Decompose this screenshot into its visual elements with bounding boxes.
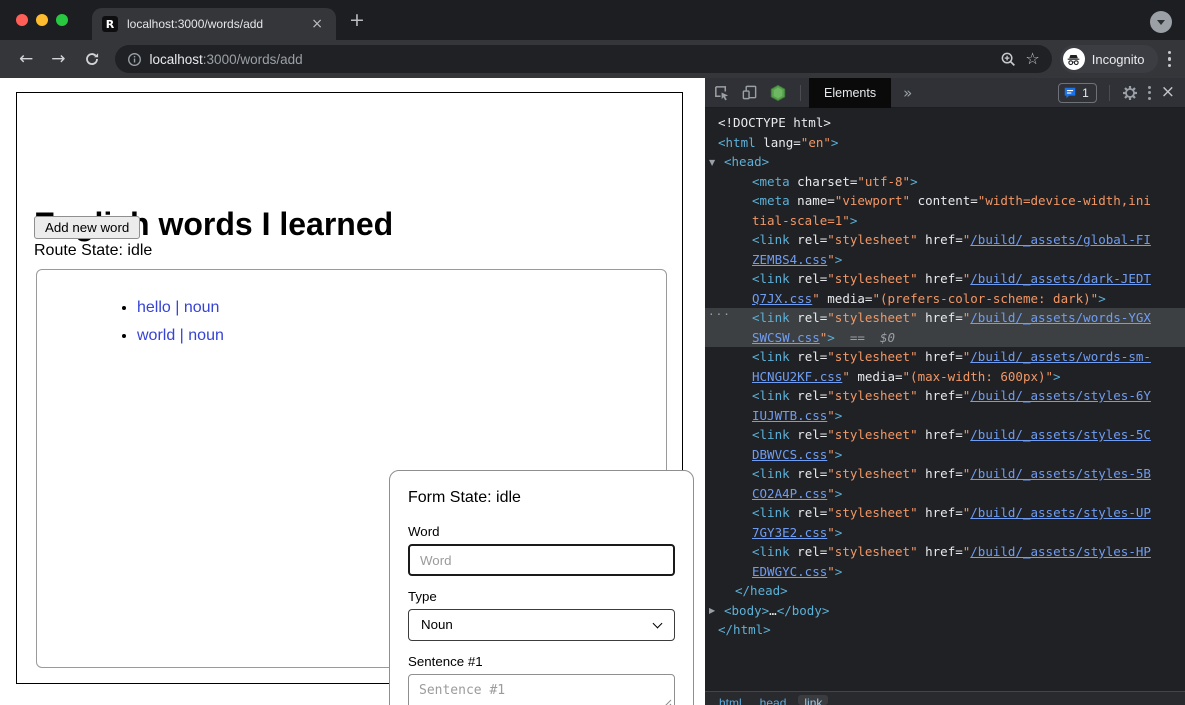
word-link[interactable]: world | noun bbox=[137, 327, 224, 344]
code-line[interactable]: <link rel="stylesheet" href="/build/_ass… bbox=[705, 542, 1185, 562]
window-controls[interactable] bbox=[16, 14, 68, 26]
chevron-down-icon bbox=[1157, 20, 1165, 25]
breadcrumb-item-link[interactable]: link bbox=[798, 695, 828, 705]
code-line[interactable]: <meta charset="utf-8"> bbox=[705, 172, 1185, 192]
words-list: hello | noun world | noun bbox=[97, 299, 224, 355]
chevron-down-icon bbox=[653, 619, 663, 629]
devtools-close-icon[interactable]: × bbox=[1161, 84, 1175, 101]
web-page: English words I learned Add new word Rou… bbox=[0, 78, 705, 705]
code-line[interactable]: <!DOCTYPE html> bbox=[705, 113, 1185, 133]
device-toolbar-icon[interactable] bbox=[741, 84, 758, 101]
code-line[interactable]: 7GY3E2.css"> bbox=[705, 523, 1185, 543]
window-minimize-button[interactable] bbox=[36, 14, 48, 26]
tab-elements[interactable]: Elements bbox=[809, 78, 891, 108]
remix-favicon-icon: R bbox=[102, 16, 118, 32]
tab-close-icon[interactable]: × bbox=[308, 16, 326, 32]
settings-gear-icon[interactable] bbox=[1122, 85, 1138, 101]
code-line[interactable]: <link rel="stylesheet" href="/build/_ass… bbox=[705, 230, 1185, 250]
resize-handle-icon[interactable] bbox=[662, 699, 672, 705]
route-state-text: Route State: idle bbox=[34, 242, 152, 260]
node-hexagon-icon[interactable] bbox=[769, 84, 787, 102]
browser-tab[interactable]: R localhost:3000/words/add × bbox=[92, 8, 336, 40]
back-button[interactable]: ← bbox=[10, 51, 42, 68]
code-line[interactable]: CO2A4P.css"> bbox=[705, 484, 1185, 504]
code-line[interactable]: ZEMBS4.css"> bbox=[705, 250, 1185, 270]
code-line[interactable]: DBWVCS.css"> bbox=[705, 445, 1185, 465]
toolbar-divider bbox=[1109, 85, 1110, 101]
browser-menu-button[interactable] bbox=[1168, 51, 1172, 68]
issues-counter[interactable]: 1 bbox=[1058, 83, 1097, 103]
code-line[interactable]: ▶<body>…</body> bbox=[705, 601, 1185, 621]
collapse-arrow-icon[interactable]: ▶ bbox=[709, 601, 724, 621]
word-input[interactable] bbox=[408, 544, 675, 576]
devtools-panel: Elements » 1 bbox=[705, 78, 1185, 705]
toolbar-divider bbox=[800, 85, 801, 101]
breadcrumb-item-head[interactable]: head bbox=[754, 695, 793, 705]
tab-title: localhost:3000/words/add bbox=[127, 17, 308, 31]
type-select-value: Noun bbox=[421, 617, 453, 632]
url-path: :3000/words/add bbox=[203, 52, 303, 67]
issues-message-icon bbox=[1063, 86, 1077, 100]
code-line[interactable]: EDWGYC.css"> bbox=[705, 562, 1185, 582]
code-line[interactable]: <html lang="en"> bbox=[705, 133, 1185, 153]
code-line[interactable]: <link rel="stylesheet" href="/build/_ass… bbox=[705, 464, 1185, 484]
word-label: Word bbox=[408, 524, 675, 539]
code-line[interactable]: <link rel="stylesheet" href="/build/_ass… bbox=[705, 503, 1185, 523]
line-options-dots[interactable]: ··· bbox=[708, 305, 731, 325]
devtools-toolbar: Elements » 1 bbox=[705, 78, 1185, 108]
page-info-icon[interactable] bbox=[127, 52, 142, 67]
sentence-label: Sentence #1 bbox=[408, 654, 675, 669]
bookmark-star-icon[interactable]: ☆ bbox=[1025, 51, 1039, 67]
code-line[interactable]: </head> bbox=[705, 581, 1185, 601]
inspect-element-icon[interactable] bbox=[713, 84, 730, 101]
code-line[interactable]: SWCSW.css"> == $0 bbox=[705, 328, 1185, 348]
word-item: world | noun bbox=[137, 327, 224, 345]
forward-button[interactable]: → bbox=[42, 51, 74, 68]
expand-arrow-icon[interactable]: ▼ bbox=[709, 153, 724, 173]
words-panel: hello | nounworld | noun Form State: idl… bbox=[36, 269, 667, 668]
add-word-form: Form State: idle Word Type Noun Sentence… bbox=[389, 470, 694, 705]
new-tab-button[interactable]: + bbox=[349, 9, 365, 31]
code-line[interactable]: <link rel="stylesheet" href="/build/_ass… bbox=[705, 269, 1185, 289]
sentence-textarea-wrap bbox=[408, 674, 675, 705]
word-link[interactable]: hello | noun bbox=[137, 299, 219, 316]
zoom-icon[interactable] bbox=[1000, 51, 1017, 68]
code-line[interactable]: <link rel="stylesheet" href="/build/_ass… bbox=[705, 386, 1185, 406]
url-host: localhost bbox=[150, 52, 203, 67]
type-label: Type bbox=[408, 589, 675, 604]
breadcrumb-item-html[interactable]: html bbox=[713, 695, 748, 705]
code-line[interactable]: IUJWTB.css"> bbox=[705, 406, 1185, 426]
code-line[interactable]: ···<link rel="stylesheet" href="/build/_… bbox=[705, 308, 1185, 328]
type-select[interactable]: Noun bbox=[408, 609, 675, 641]
code-line[interactable]: Q7JX.css" media="(prefers-color-scheme: … bbox=[705, 289, 1185, 309]
incognito-label: Incognito bbox=[1092, 52, 1145, 67]
tab-strip: R localhost:3000/words/add × + bbox=[0, 0, 1185, 40]
incognito-icon bbox=[1063, 48, 1085, 70]
incognito-badge: Incognito bbox=[1060, 45, 1158, 73]
sentence-textarea[interactable] bbox=[409, 675, 674, 705]
dom-breadcrumb: html head link bbox=[705, 691, 1185, 705]
more-tabs-icon[interactable]: » bbox=[903, 84, 912, 102]
devtools-menu-button[interactable] bbox=[1148, 86, 1151, 100]
code-line[interactable]: <link rel="stylesheet" href="/build/_ass… bbox=[705, 347, 1185, 367]
issues-count: 1 bbox=[1082, 86, 1089, 100]
code-line[interactable]: HCNGU2KF.css" media="(max-width: 600px)"… bbox=[705, 367, 1185, 387]
code-line[interactable]: </html> bbox=[705, 620, 1185, 640]
chrome-update-chevron-button[interactable] bbox=[1150, 11, 1172, 33]
window-zoom-button[interactable] bbox=[56, 14, 68, 26]
code-line[interactable]: ▼<head> bbox=[705, 152, 1185, 172]
word-item: hello | noun bbox=[137, 299, 224, 317]
window-close-button[interactable] bbox=[16, 14, 28, 26]
add-new-word-button[interactable]: Add new word bbox=[34, 216, 140, 239]
code-line[interactable]: <link rel="stylesheet" href="/build/_ass… bbox=[705, 425, 1185, 445]
browser-toolbar: ← → localhost:3000/words/add ☆ bbox=[0, 40, 1185, 78]
dom-tree: <!DOCTYPE html><html lang="en">▼<head><m… bbox=[705, 108, 1185, 691]
code-line[interactable]: tial-scale=1"> bbox=[705, 211, 1185, 231]
form-state-text: Form State: idle bbox=[408, 489, 675, 507]
reload-button[interactable] bbox=[75, 51, 109, 67]
address-bar[interactable]: localhost:3000/words/add ☆ bbox=[115, 45, 1052, 73]
reload-icon bbox=[84, 51, 100, 67]
code-line[interactable]: <meta name="viewport" content="width=dev… bbox=[705, 191, 1185, 211]
